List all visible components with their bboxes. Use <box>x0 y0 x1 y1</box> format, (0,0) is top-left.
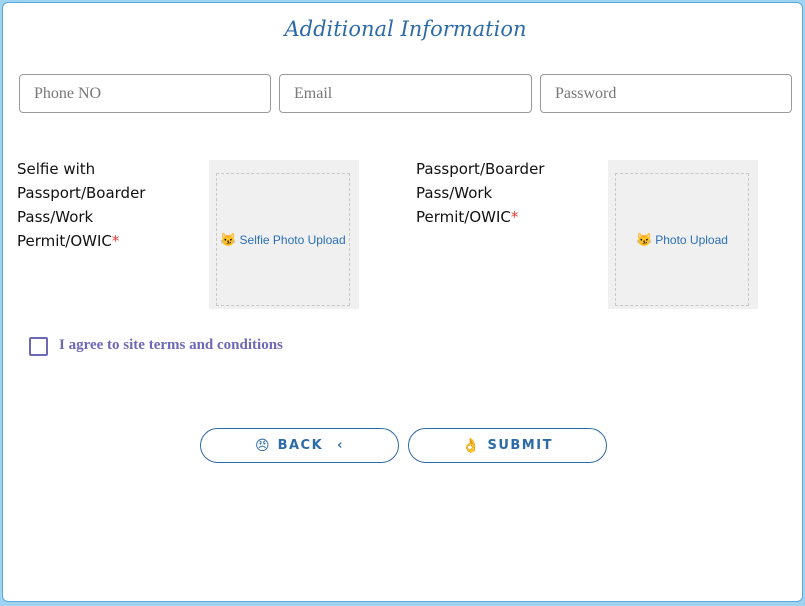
passport-upload-button[interactable]: 😼 Photo Upload <box>615 173 749 306</box>
selfie-label-line: Passport/Boarder <box>17 184 146 202</box>
page-title: Additional Information <box>284 17 527 41</box>
selfie-label-line: Pass/Work <box>17 208 94 226</box>
submit-button-label: SUBMIT <box>487 438 553 453</box>
selfie-upload-area: 😼 Selfie Photo Upload <box>209 160 359 309</box>
password-input[interactable] <box>540 74 792 113</box>
form-card: Additional Information Selfie with Passp… <box>2 2 803 602</box>
angry-face-icon: 😠 <box>254 437 270 454</box>
passport-label-line: Passport/Boarder <box>416 160 545 178</box>
chevron-left-icon: ‹ <box>337 438 345 453</box>
cat-icon: 😼 <box>636 231 653 247</box>
selfie-label: Selfie with Passport/Boarder Pass/Work P… <box>17 157 145 253</box>
submit-button[interactable]: 👌 SUBMIT <box>408 428 607 463</box>
terms-label[interactable]: I agree to site terms and conditions <box>59 337 283 354</box>
required-mark: * <box>111 232 120 250</box>
cat-icon: 😼 <box>220 231 237 247</box>
selfie-label-line: Permit/OWIC <box>17 232 112 250</box>
passport-label: Passport/Boarder Pass/Work Permit/OWIC* <box>416 157 544 229</box>
passport-label-line: Pass/Work <box>416 184 493 202</box>
required-mark: * <box>510 208 519 226</box>
phone-input[interactable] <box>19 74 271 113</box>
ok-hand-icon: 👌 <box>462 437 480 454</box>
selfie-label-line: Selfie with <box>17 160 96 178</box>
email-input[interactable] <box>279 74 532 113</box>
terms-checkbox[interactable] <box>29 337 48 356</box>
selfie-upload-text: Selfie Photo Upload <box>239 232 346 247</box>
back-button-label: BACK <box>277 438 324 453</box>
passport-upload-area: 😼 Photo Upload <box>608 160 758 309</box>
passport-label-line: Permit/OWIC <box>416 208 511 226</box>
back-button[interactable]: 😠 BACK ‹ <box>200 428 399 463</box>
selfie-upload-button[interactable]: 😼 Selfie Photo Upload <box>216 173 350 306</box>
passport-upload-text: Photo Upload <box>655 232 728 247</box>
